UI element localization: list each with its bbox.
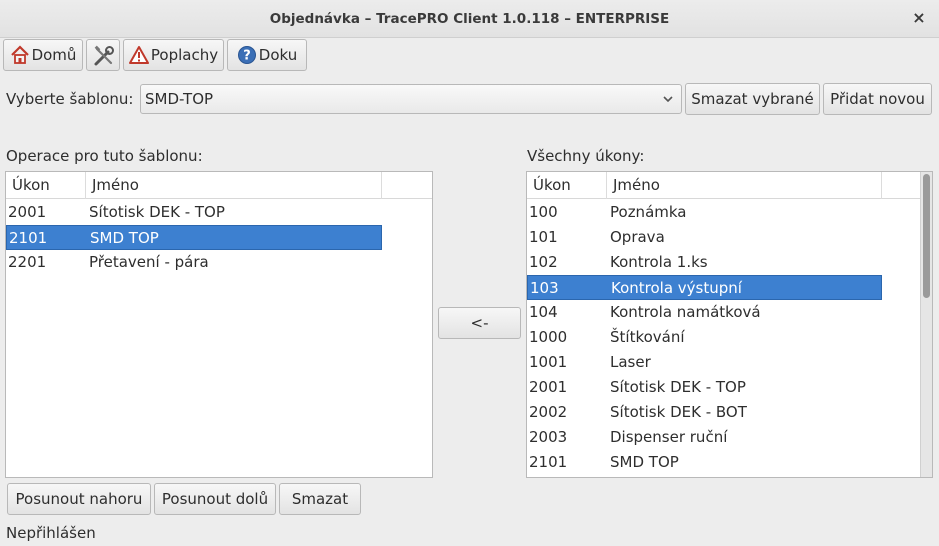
left-table-title: Operace pro tuto šablonu:: [6, 147, 203, 165]
move-down-button[interactable]: Posunout dolů: [154, 483, 276, 515]
table-row[interactable]: 102 Kontrola 1.ks: [527, 250, 882, 275]
row-code: 2002: [529, 403, 568, 421]
row-name: SMD TOP: [610, 453, 679, 471]
row-name: Kontrola výstupní: [611, 279, 742, 297]
chevron-down-icon: [661, 92, 675, 106]
row-code: 100: [529, 203, 558, 221]
row-code: 2101: [529, 453, 568, 471]
row-name: Štítkování: [610, 328, 685, 346]
warning-icon: [128, 45, 149, 65]
column-header-spacer: [382, 172, 432, 199]
delete-button[interactable]: Smazat: [279, 483, 361, 515]
column-header-spacer: [882, 172, 922, 199]
all-operations-table[interactable]: Úkon Jméno 100 Poznámka 101 Oprava 102 Kontro…: [526, 171, 933, 478]
alarms-label: Poplachy: [150, 46, 219, 64]
row-name: Přetavení - pára: [89, 253, 209, 271]
row-name: Oprava: [610, 228, 665, 246]
table-row[interactable]: 104 Kontrola namátková: [527, 300, 882, 325]
column-header-code[interactable]: Úkon: [6, 172, 86, 199]
row-code: 101: [529, 228, 558, 246]
table-row[interactable]: 2001 Sítotisk DEK - TOP: [527, 375, 882, 400]
template-select[interactable]: SMD-TOP: [140, 84, 682, 114]
table-row[interactable]: 2002 Sítotisk DEK - BOT: [527, 400, 882, 425]
table-row[interactable]: 103 Kontrola výstupní: [527, 275, 882, 300]
row-code: 2001: [8, 203, 47, 221]
table-row[interactable]: 2201 Přetavení - pára: [6, 250, 382, 275]
table-row[interactable]: 2101 SMD TOP: [6, 225, 382, 250]
alarms-button[interactable]: Poplachy: [123, 39, 224, 71]
row-name: Sítotisk DEK - BOT: [610, 403, 747, 421]
docs-label: Doku: [258, 46, 298, 64]
row-name: Laser: [610, 353, 651, 371]
row-code: 2101: [9, 229, 48, 247]
template-label: Vyberte šablonu:: [6, 90, 134, 108]
row-name: Dispenser ruční: [610, 428, 728, 446]
scrollbar-thumb[interactable]: [923, 174, 930, 298]
table-row[interactable]: 2101 SMD TOP: [527, 450, 882, 475]
svg-text:?: ?: [243, 49, 251, 64]
window-title: Objednávka – TracePRO Client 1.0.118 – E…: [269, 10, 670, 27]
close-icon[interactable]: ×: [911, 10, 927, 26]
column-header-code[interactable]: Úkon: [527, 172, 607, 199]
row-code: 2201: [8, 253, 47, 271]
help-icon: ?: [237, 45, 257, 65]
delete-selected-button[interactable]: Smazat vybrané: [685, 83, 820, 115]
home-label: Domů: [31, 46, 77, 64]
add-operation-button[interactable]: <-: [438, 307, 521, 339]
row-name: Sítotisk DEK - TOP: [89, 203, 225, 221]
row-name: Sítotisk DEK - TOP: [610, 378, 746, 396]
template-operations-table[interactable]: Úkon Jméno 2001 Sítotisk DEK - TOP 2101 SMD…: [5, 171, 433, 478]
row-code: 2003: [529, 428, 568, 446]
status-text: Nepřihlášen: [6, 524, 96, 542]
row-code: 1000: [529, 328, 568, 346]
add-new-button[interactable]: Přidat novou: [823, 83, 932, 115]
row-name: Kontrola 1.ks: [610, 253, 708, 271]
docs-button[interactable]: ? Doku: [227, 39, 307, 71]
row-name: SMD TOP: [90, 229, 159, 247]
column-header-name[interactable]: Jméno: [86, 172, 382, 199]
column-header-name[interactable]: Jméno: [607, 172, 882, 199]
table-header: Úkon Jméno: [527, 172, 932, 199]
home-icon: [10, 45, 30, 65]
row-code: 104: [529, 303, 558, 321]
move-up-button[interactable]: Posunout nahoru: [7, 483, 151, 515]
table-row[interactable]: 2001 Sítotisk DEK - TOP: [6, 200, 382, 225]
tools-button[interactable]: [86, 39, 120, 71]
row-code: 1001: [529, 353, 568, 371]
table-row[interactable]: 100 Poznámka: [527, 200, 882, 225]
row-code: 102: [529, 253, 558, 271]
table-row[interactable]: 101 Oprava: [527, 225, 882, 250]
title-bar: Objednávka – TracePRO Client 1.0.118 – E…: [0, 0, 939, 38]
table-row[interactable]: 2003 Dispenser ruční: [527, 425, 882, 450]
tools-icon: [93, 45, 114, 66]
template-selected-value: SMD-TOP: [145, 90, 214, 108]
table-row[interactable]: 1001 Laser: [527, 350, 882, 375]
row-code: 103: [530, 279, 559, 297]
home-button[interactable]: Domů: [3, 39, 83, 71]
row-name: Kontrola namátková: [610, 303, 761, 321]
row-name: Poznámka: [610, 203, 687, 221]
table-header: Úkon Jméno: [6, 172, 432, 199]
row-code: 2001: [529, 378, 568, 396]
right-table-title: Všechny úkony:: [527, 147, 645, 165]
table-row[interactable]: 1000 Štítkování: [527, 325, 882, 350]
vertical-scrollbar[interactable]: [920, 172, 932, 477]
